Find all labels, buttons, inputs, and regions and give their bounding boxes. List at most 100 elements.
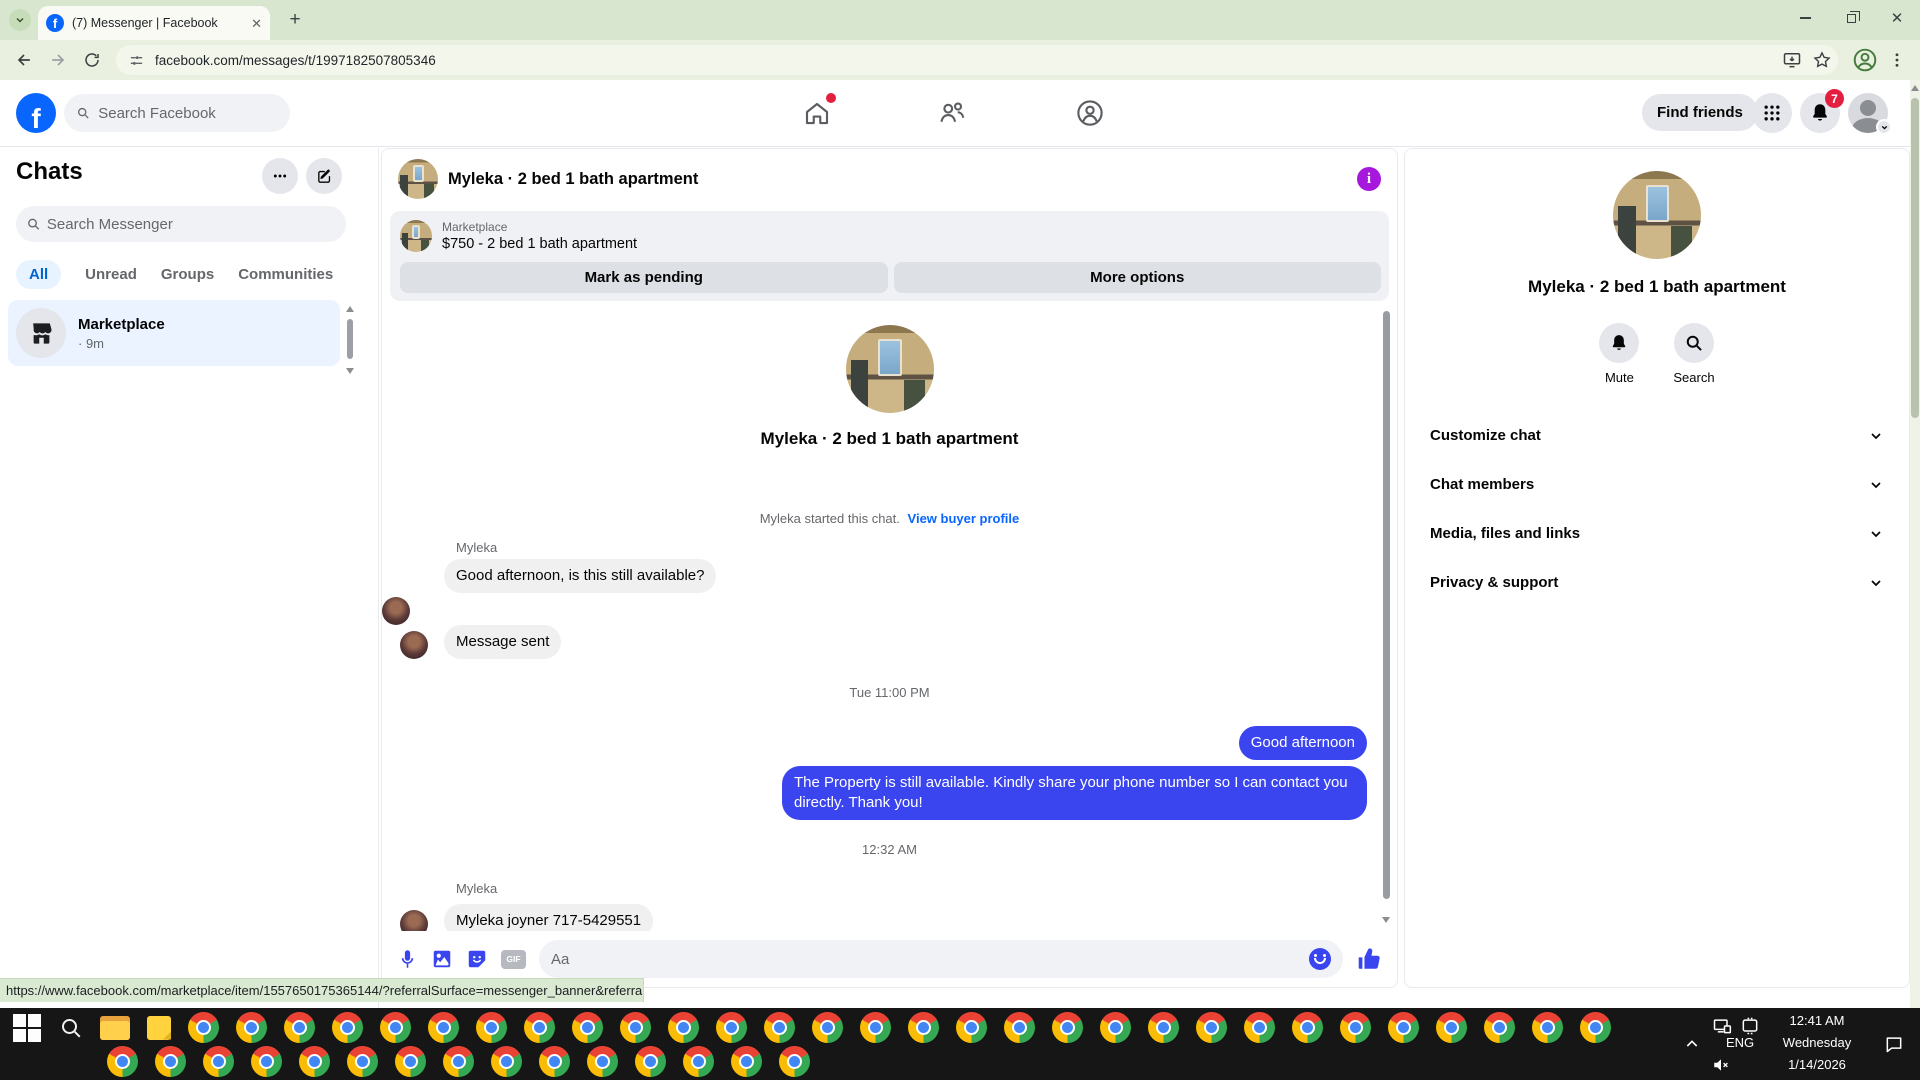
- gif-icon[interactable]: GIF: [501, 949, 526, 969]
- chrome-taskbar-icon[interactable]: [524, 1012, 555, 1043]
- home-nav-button[interactable]: [798, 93, 836, 132]
- tab-communities[interactable]: Communities: [238, 260, 333, 289]
- chrome-taskbar-icon[interactable]: [779, 1046, 810, 1077]
- chrome-taskbar-icon[interactable]: [908, 1012, 939, 1043]
- taskbar-search-icon[interactable]: [59, 1016, 83, 1040]
- tab-all[interactable]: All: [16, 260, 62, 289]
- start-button[interactable]: [12, 1013, 42, 1043]
- chrome-taskbar-icon[interactable]: [443, 1046, 474, 1077]
- chat-title[interactable]: Myleka · 2 bed 1 bath apartment: [448, 170, 698, 189]
- chrome-taskbar-icon[interactable]: [956, 1012, 987, 1043]
- chrome-taskbar-icon[interactable]: [155, 1046, 186, 1077]
- tray-chevron-up-icon[interactable]: [1684, 1036, 1700, 1052]
- section-media-files-links[interactable]: Media, files and links: [1424, 509, 1890, 558]
- chrome-taskbar-icon[interactable]: [1052, 1012, 1083, 1043]
- facebook-logo[interactable]: f: [16, 93, 56, 133]
- chrome-taskbar-icon[interactable]: [668, 1012, 699, 1043]
- notes-app-icon[interactable]: [147, 1015, 171, 1040]
- chrome-taskbar-icon[interactable]: [188, 1012, 219, 1043]
- chat-scrollbar[interactable]: [1382, 307, 1391, 923]
- chrome-taskbar-icon[interactable]: [251, 1046, 282, 1077]
- more-options-button[interactable]: More options: [893, 262, 1381, 293]
- tab-search-button[interactable]: [9, 9, 31, 31]
- chrome-taskbar-icon[interactable]: [1580, 1012, 1611, 1043]
- chrome-taskbar-icon[interactable]: [428, 1012, 459, 1043]
- chrome-taskbar-icon[interactable]: [1292, 1012, 1323, 1043]
- page-scrollbar[interactable]: [1910, 80, 1920, 1008]
- window-close-button[interactable]: ✕: [1874, 0, 1920, 36]
- mute-button[interactable]: [1599, 323, 1640, 363]
- scroll-down-icon[interactable]: [1382, 917, 1390, 923]
- mark-as-pending-button[interactable]: Mark as pending: [400, 262, 888, 293]
- chrome-taskbar-icon[interactable]: [1244, 1012, 1275, 1043]
- emoji-icon[interactable]: [1309, 948, 1331, 970]
- chrome-taskbar-icon[interactable]: [476, 1012, 507, 1043]
- chrome-taskbar-icon[interactable]: [620, 1012, 651, 1043]
- chrome-taskbar-icon[interactable]: [203, 1046, 234, 1077]
- section-chat-members[interactable]: Chat members: [1424, 460, 1890, 509]
- chrome-taskbar-icon[interactable]: [1388, 1012, 1419, 1043]
- view-buyer-profile-link[interactable]: View buyer profile: [908, 511, 1020, 526]
- chrome-taskbar-icon[interactable]: [860, 1012, 891, 1043]
- section-customize-chat[interactable]: Customize chat: [1424, 411, 1890, 460]
- browser-menu-icon[interactable]: [1888, 51, 1906, 69]
- chrome-taskbar-icon[interactable]: [1004, 1012, 1035, 1043]
- tray-time[interactable]: 12:41 AM: [1778, 1013, 1856, 1028]
- chrome-taskbar-icon[interactable]: [812, 1012, 843, 1043]
- bookmark-star-icon[interactable]: [1812, 50, 1832, 70]
- message-list[interactable]: Myleka · 2 bed 1 bath apartment Myleka s…: [382, 301, 1397, 931]
- voice-clip-icon[interactable]: [397, 947, 418, 971]
- network-icon[interactable]: [1712, 1016, 1732, 1036]
- find-friends-button[interactable]: Find friends: [1642, 94, 1758, 131]
- incoming-message[interactable]: Myleka joyner 717-5429551: [444, 903, 654, 931]
- thumbs-up-icon[interactable]: [1356, 946, 1382, 972]
- new-tab-button[interactable]: +: [284, 9, 306, 31]
- tab-close-icon[interactable]: ✕: [251, 17, 262, 30]
- forward-button[interactable]: [44, 46, 72, 74]
- notifications-button[interactable]: 7: [1800, 89, 1844, 133]
- chrome-taskbar-icon[interactable]: [539, 1046, 570, 1077]
- search-action[interactable]: Search: [1673, 323, 1715, 385]
- tray-date[interactable]: 1/14/2026: [1778, 1057, 1856, 1072]
- action-center-icon[interactable]: [1884, 1034, 1904, 1054]
- browser-tab[interactable]: f (7) Messenger | Facebook ✕: [38, 6, 270, 40]
- new-message-button[interactable]: [306, 158, 342, 194]
- outgoing-message[interactable]: The Property is still available. Kindly …: [782, 765, 1367, 820]
- chrome-taskbar-icon[interactable]: [395, 1046, 426, 1077]
- section-privacy-support[interactable]: Privacy & support: [1424, 558, 1890, 607]
- browser-profile-icon[interactable]: [1852, 47, 1878, 73]
- window-restore-button[interactable]: [1828, 0, 1874, 36]
- chrome-taskbar-icon[interactable]: [1100, 1012, 1131, 1043]
- volume-muted-icon[interactable]: [1712, 1056, 1730, 1074]
- chrome-taskbar-icon[interactable]: [716, 1012, 747, 1043]
- install-app-icon[interactable]: [1782, 50, 1802, 70]
- sidebar-scrollbar[interactable]: [346, 306, 354, 374]
- message-input-field[interactable]: [551, 950, 1309, 968]
- chrome-taskbar-icon[interactable]: [1340, 1012, 1371, 1043]
- chrome-taskbar-icon[interactable]: [1196, 1012, 1227, 1043]
- screen-cast-icon[interactable]: [1740, 1016, 1760, 1036]
- chrome-taskbar-icon[interactable]: [764, 1012, 795, 1043]
- outgoing-message[interactable]: Good afternoon: [1238, 725, 1367, 760]
- chrome-taskbar-icon[interactable]: [491, 1046, 522, 1077]
- back-button[interactable]: [10, 46, 38, 74]
- scroll-down-icon[interactable]: [346, 368, 354, 374]
- conversation-marketplace[interactable]: Marketplace · 9m: [8, 300, 340, 366]
- friends-nav-button[interactable]: [933, 94, 971, 132]
- chrome-taskbar-icon[interactable]: [1532, 1012, 1563, 1043]
- apps-menu-button[interactable]: [1752, 93, 1792, 133]
- sender-avatar[interactable]: [382, 596, 410, 625]
- groups-nav-button[interactable]: [1071, 94, 1109, 132]
- facebook-search[interactable]: [64, 94, 290, 132]
- tab-groups[interactable]: Groups: [161, 260, 214, 289]
- chrome-taskbar-icon[interactable]: [587, 1046, 618, 1077]
- language-indicator[interactable]: ENG: [1726, 1035, 1754, 1050]
- scrollbar-thumb[interactable]: [347, 319, 353, 359]
- search-in-conversation-button[interactable]: [1673, 323, 1714, 363]
- scroll-up-icon[interactable]: [1911, 85, 1919, 91]
- chrome-taskbar-icon[interactable]: [347, 1046, 378, 1077]
- chrome-taskbar-icon[interactable]: [1148, 1012, 1179, 1043]
- tray-day[interactable]: Wednesday: [1774, 1035, 1860, 1050]
- mute-action[interactable]: Mute: [1599, 323, 1640, 385]
- banner-listing-row[interactable]: Marketplace $750 - 2 bed 1 bath apartmen…: [400, 220, 1381, 252]
